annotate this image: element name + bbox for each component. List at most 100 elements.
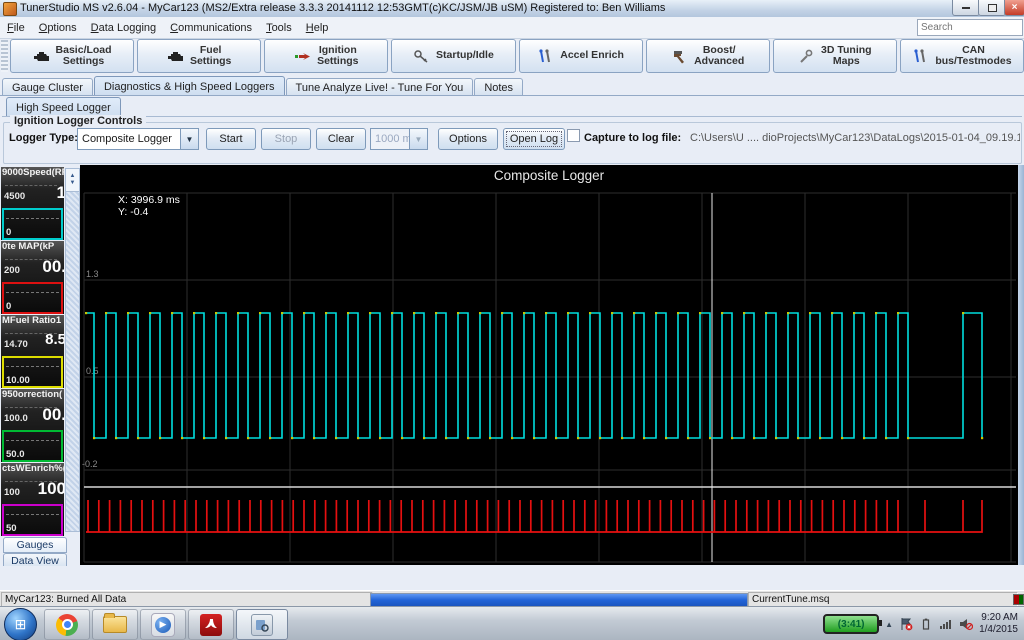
spark-arrow-icon <box>294 49 311 64</box>
menu-data-logging[interactable]: Data Logging <box>84 19 163 37</box>
tab-notes[interactable]: Notes <box>474 78 523 95</box>
engine-icon <box>167 49 184 64</box>
main-area: 9000Speed(RP 4500 1 0 0te MAP(kP 200 00.… <box>0 164 1024 566</box>
clear-button[interactable]: Clear <box>316 128 366 150</box>
window-title: TunerStudio MS v2.6.04 - MyCar123 (MS2/E… <box>20 2 665 14</box>
gauge-range-box: 0 <box>2 208 63 240</box>
accel-enrich-button[interactable]: Accel Enrich <box>519 39 643 73</box>
options-button[interactable]: Options <box>438 128 498 150</box>
action-center-flag-icon[interactable] <box>899 617 913 631</box>
taskbar-tunerstudio-active[interactable] <box>236 609 288 640</box>
fuel-settings-button[interactable]: FuelSettings <box>137 39 261 73</box>
gauge-afr: MFuel Ratio1 14.70 8.5 10.00 <box>1 315 64 388</box>
menu-bar: File Options Data Logging Communications… <box>0 17 1024 39</box>
svg-text:-0.2: -0.2 <box>82 459 98 469</box>
start-button-orb[interactable]: ⊞ <box>4 608 37 640</box>
capture-checkbox[interactable] <box>567 129 580 142</box>
scroll-down-icon[interactable]: ▼ <box>70 180 76 187</box>
logger-type-label: Logger Type: <box>9 132 78 144</box>
minimize-icon <box>962 7 970 9</box>
current-tune-file: CurrentTune.msq <box>748 592 1018 607</box>
logger-type-value: Composite Logger <box>78 133 180 145</box>
sync-indicator <box>1013 594 1024 605</box>
boost-advanced-button[interactable]: Boost/Advanced <box>646 39 770 73</box>
taskbar-explorer-icon[interactable] <box>92 609 138 640</box>
minimize-button[interactable] <box>952 0 980 16</box>
tab-tune-analyze-live[interactable]: Tune Analyze Live! - Tune For You <box>286 78 474 95</box>
sidebar-tab-gauges[interactable]: Gauges <box>3 537 67 553</box>
menu-options[interactable]: Options <box>32 19 84 37</box>
battery-icon[interactable] <box>919 617 933 631</box>
gauge-range-box: 50 <box>2 504 63 536</box>
menu-communications[interactable]: Communications <box>163 19 259 37</box>
taskbar: ⊞ ▶ (3:41) ▲ <box>0 606 1024 640</box>
waveform-plot: 1.30.5-0.2X: 3996.9 msY: -0.4 <box>80 165 1018 565</box>
tools-icon <box>537 49 554 64</box>
taskbar-media-player-icon[interactable]: ▶ <box>140 609 186 640</box>
tab-high-speed-logger[interactable]: High Speed Logger <box>6 97 121 116</box>
menu-tools[interactable]: Tools <box>259 19 299 37</box>
hammer-icon <box>671 49 688 64</box>
volume-muted-icon[interactable] <box>959 617 973 631</box>
gauge-correction: 950orrection( 100.0 00. 50.0 <box>1 389 64 462</box>
screen: TunerStudio MS v2.6.04 - MyCar123 (MS2/E… <box>0 0 1024 640</box>
progress-bar <box>370 593 748 607</box>
gauge-rpm: 9000Speed(RP 4500 1 0 <box>1 167 64 240</box>
ignition-settings-button[interactable]: IgnitionSettings <box>264 39 388 73</box>
search-input[interactable] <box>917 19 1023 36</box>
taskbar-adobe-reader-icon[interactable] <box>188 609 234 640</box>
menu-help[interactable]: Help <box>299 19 336 37</box>
taskbar-clock[interactable]: 9:20 AM 1/4/2015 <box>979 612 1018 636</box>
tab-diagnostics-loggers[interactable]: Diagnostics & High Speed Loggers <box>94 76 285 95</box>
start-button[interactable]: Start <box>206 128 256 150</box>
network-signal-icon[interactable] <box>939 617 953 631</box>
gauge-map: 0te MAP(kP 200 00. 0 <box>1 241 64 314</box>
tunerstudio-icon <box>251 614 273 636</box>
chrome-icon <box>56 614 78 636</box>
gauge-range-box: 0 <box>2 282 63 314</box>
battery-timer[interactable]: (3:41) <box>823 614 879 634</box>
svg-text:1.3: 1.3 <box>86 269 99 279</box>
logger-type-combo[interactable]: Composite Logger ▼ <box>77 128 199 150</box>
restore-icon <box>988 4 997 12</box>
taskbar-chrome-icon[interactable] <box>44 609 90 640</box>
group-title: Ignition Logger Controls <box>10 115 146 127</box>
toolbar: Basic/LoadSettings FuelSettings Ignition… <box>0 38 1024 74</box>
can-bus-testmodes-button[interactable]: CANbus/Testmodes <box>900 39 1024 73</box>
sidebar-scrollbar[interactable] <box>65 168 80 532</box>
chart-nav-row: ◀ ▶ 1of1 ◀ ◀◀ ▶▶ ▶ <box>0 566 1024 590</box>
gauge-enrich: ctsWEnrich%( 100 100 50 <box>1 463 64 536</box>
composite-logger-chart: Composite Logger 1.30.5-0.2X: 3996.9 msY… <box>80 165 1018 565</box>
basic-load-settings-button[interactable]: Basic/LoadSettings <box>10 39 134 73</box>
title-bar: TunerStudio MS v2.6.04 - MyCar123 (MS2/E… <box>0 0 1024 18</box>
capture-path: C:\Users\U .... dioProjects\MyCar123\Dat… <box>690 132 1020 144</box>
menu-file[interactable]: File <box>0 19 32 37</box>
3d-tuning-maps-button[interactable]: 3D TuningMaps <box>773 39 897 73</box>
scroll-up-icon[interactable]: ▲ <box>70 173 76 180</box>
tools-icon <box>912 49 929 64</box>
wrench-icon <box>798 49 815 64</box>
tab-gauge-cluster[interactable]: Gauge Cluster <box>2 78 93 95</box>
chart-title: Composite Logger <box>80 168 1018 183</box>
capture-label: Capture to log file: <box>584 132 681 144</box>
sidebar-scroll-buttons[interactable]: ▲ ▼ <box>65 168 80 192</box>
media-player-icon: ▶ <box>151 613 175 637</box>
window-right-border <box>1018 165 1024 565</box>
system-tray: (3:41) ▲ 9:20 AM 1/4/2015 <box>823 607 1024 640</box>
close-button[interactable]: × <box>1004 0 1024 16</box>
hidden-icons-arrow[interactable]: ▲ <box>885 620 893 629</box>
sub-tab-row: High Speed Logger <box>6 99 1020 116</box>
chevron-down-icon[interactable]: ▼ <box>180 129 198 149</box>
gauge-range-box: 50.0 <box>2 430 63 462</box>
restore-button[interactable] <box>978 0 1006 16</box>
status-message: MyCar123: Burned All Data <box>1 592 373 607</box>
tab-divider <box>0 95 1024 96</box>
stop-button[interactable]: Stop <box>261 128 311 150</box>
startup-idle-button[interactable]: Startup/Idle <box>391 39 515 73</box>
adobe-reader-icon <box>200 614 222 636</box>
open-log-button[interactable]: Open Log <box>503 128 565 150</box>
folder-icon <box>103 616 127 633</box>
interval-combo[interactable]: 1000 ms ▼ <box>370 128 428 150</box>
main-tab-row: Gauge Cluster Diagnostics & High Speed L… <box>2 77 1022 95</box>
app-icon <box>3 2 17 16</box>
